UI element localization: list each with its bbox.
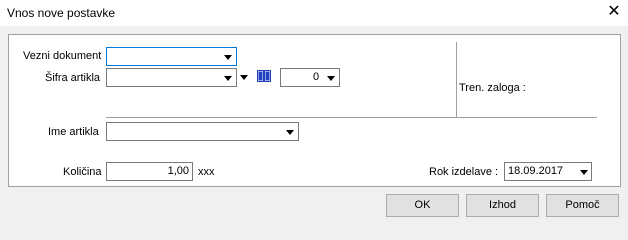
kolicina-label: Količina	[63, 166, 102, 178]
chevron-down-icon[interactable]	[580, 170, 588, 175]
rok-izdelave-date-picker[interactable]: 18.09.2017	[504, 162, 592, 181]
rok-izdelave-value: 18.09.2017	[508, 165, 564, 177]
tren-zaloga-label: Tren. zaloga :	[459, 82, 526, 94]
vertical-separator	[456, 42, 457, 117]
ime-artikla-label: Ime artikla	[48, 126, 99, 138]
sifra-variant-value: 0	[313, 71, 320, 83]
ime-artikla-combo[interactable]	[106, 122, 299, 141]
ok-button[interactable]: OK	[386, 194, 459, 217]
chevron-down-icon[interactable]	[286, 130, 294, 135]
chevron-down-icon[interactable]	[327, 76, 335, 81]
kolicina-unit: xxx	[198, 166, 215, 178]
vezni-dokument-label: Vezni dokument	[23, 50, 102, 62]
window-title: Vnos nove postavke	[7, 6, 116, 20]
book-icon[interactable]	[257, 70, 271, 82]
sifra-artikla-label: Šifra artikla	[45, 72, 101, 84]
title-bar: Vnos nove postavke ✕	[0, 0, 628, 26]
izhod-button[interactable]: Izhod	[466, 194, 539, 217]
vezni-dokument-combo[interactable]	[106, 47, 237, 66]
kolicina-value: 1,00	[167, 165, 189, 177]
kolicina-input[interactable]: 1,00	[106, 162, 193, 181]
sifra-artikla-combo[interactable]	[106, 68, 237, 87]
chevron-down-icon[interactable]	[224, 76, 232, 81]
sifra-variant-combo[interactable]: 0	[280, 68, 340, 87]
chevron-down-icon[interactable]	[224, 55, 232, 60]
horizontal-separator	[106, 117, 597, 118]
rok-izdelave-label: Rok izdelave :	[429, 166, 499, 178]
close-icon[interactable]: ✕	[604, 3, 624, 21]
chevron-down-icon[interactable]	[240, 75, 248, 80]
pomoc-button[interactable]: Pomoč	[546, 194, 619, 217]
